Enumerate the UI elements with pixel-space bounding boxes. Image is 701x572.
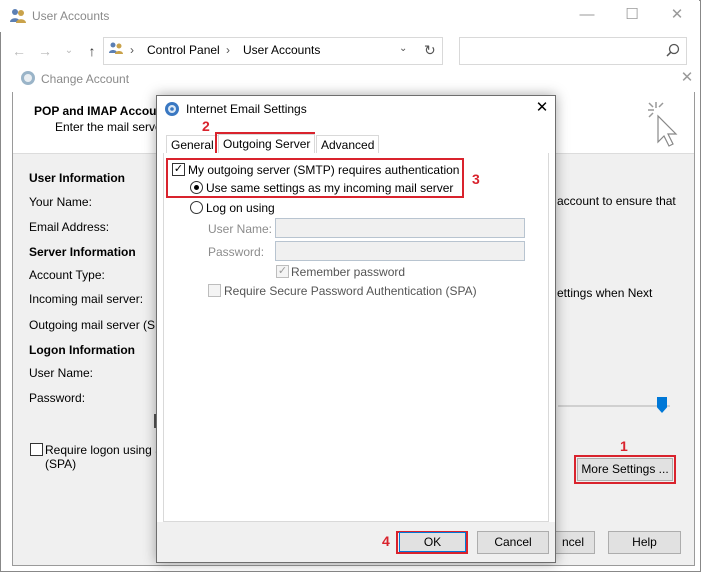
breadcrumb-user-accounts[interactable]: User Accounts: [243, 43, 320, 57]
require-logon-label-2: (SPA): [45, 457, 77, 471]
refresh-icon[interactable]: ↻: [424, 42, 436, 59]
back-arrow-icon[interactable]: ←: [10, 42, 28, 60]
remember-password-checkbox[interactable]: ✓: [276, 265, 289, 278]
close-button[interactable]: ✕: [654, 0, 700, 32]
remember-password-label: Remember password: [291, 265, 406, 279]
use-same-settings-radio[interactable]: [190, 181, 203, 194]
step-3-number: 3: [472, 171, 480, 187]
tab-outgoing-server[interactable]: Outgoing Server: [218, 134, 316, 154]
tab-general[interactable]: General: [166, 135, 219, 155]
your-name-label: Your Name:: [29, 195, 92, 209]
log-on-using-radio[interactable]: [190, 201, 203, 214]
search-icon[interactable]: [666, 43, 680, 57]
header-subtitle: Enter the mail server: [55, 120, 166, 134]
outlook-icon: [20, 70, 36, 86]
change-account-close-button[interactable]: ✕: [664, 66, 701, 92]
close-icon[interactable]: ✕: [532, 98, 552, 118]
use-same-settings-label: Use same settings as my incoming mail se…: [206, 181, 454, 195]
right-info-text-1: account to ensure that: [557, 194, 676, 208]
require-logon-checkbox[interactable]: [30, 443, 43, 456]
step-4-number: 4: [382, 533, 390, 549]
user-name-label: User Name:: [29, 366, 94, 380]
incoming-server-label: Incoming mail server:: [29, 292, 144, 306]
change-account-title: Change Account: [41, 72, 130, 86]
breadcrumb-control-panel[interactable]: Control Panel: [147, 43, 220, 57]
cancel-button[interactable]: Cancel: [477, 531, 549, 554]
control-panel-icon: [108, 41, 124, 57]
log-on-using-label: Log on using: [206, 201, 275, 215]
require-spa-checkbox[interactable]: [208, 284, 221, 297]
search-input[interactable]: [459, 37, 687, 65]
header-title: POP and IMAP Accoun: [34, 104, 164, 118]
step-1-number: 1: [620, 438, 628, 454]
require-logon-label: Require logon using S: [45, 443, 164, 457]
require-spa-label: Require Secure Password Authentication (…: [224, 284, 477, 298]
more-settings-button[interactable]: More Settings ...: [577, 458, 673, 481]
mail-offline-slider-track: [558, 405, 670, 407]
password-field[interactable]: [275, 241, 525, 261]
help-button[interactable]: Help: [608, 531, 681, 554]
server-information-heading: Server Information: [29, 245, 136, 259]
user-name-field[interactable]: [275, 218, 525, 238]
user-name-field-label: User Name:: [208, 222, 273, 236]
password-label: Password:: [29, 391, 86, 405]
step-2-number: 2: [202, 118, 210, 134]
right-info-text-2: ettings when Next: [557, 286, 653, 300]
user-accounts-title: User Accounts: [32, 9, 110, 23]
user-information-heading: User Information: [29, 171, 126, 185]
tab-advanced[interactable]: Advanced: [316, 135, 380, 155]
password-field-label: Password:: [208, 245, 265, 259]
breadcrumb-separator-icon: ›: [130, 43, 134, 57]
minimize-button[interactable]: —: [564, 0, 610, 32]
smtp-auth-label: My outgoing server (SMTP) requires authe…: [188, 163, 460, 177]
breadcrumb-separator-icon: ›: [226, 43, 230, 57]
cursor-sparkle-icon: [644, 98, 680, 148]
recent-chevron-icon[interactable]: ⌄: [60, 42, 78, 60]
maximize-button[interactable]: ☐: [609, 0, 655, 32]
address-dropdown-icon[interactable]: ⌄: [399, 43, 407, 54]
email-settings-icon: [164, 101, 180, 117]
users-icon: [9, 8, 27, 24]
account-type-label: Account Type:: [29, 268, 105, 282]
email-address-label: Email Address:: [29, 220, 110, 234]
smtp-auth-checkbox[interactable]: ✓: [172, 163, 185, 176]
forward-arrow-icon[interactable]: →: [36, 42, 54, 60]
ok-button[interactable]: OK: [399, 532, 466, 552]
internet-email-settings-title: Internet Email Settings: [186, 102, 307, 116]
logon-information-heading: Logon Information: [29, 343, 135, 357]
up-arrow-icon[interactable]: ↑: [83, 42, 101, 60]
outgoing-server-label: Outgoing mail server (SM: [29, 318, 166, 332]
